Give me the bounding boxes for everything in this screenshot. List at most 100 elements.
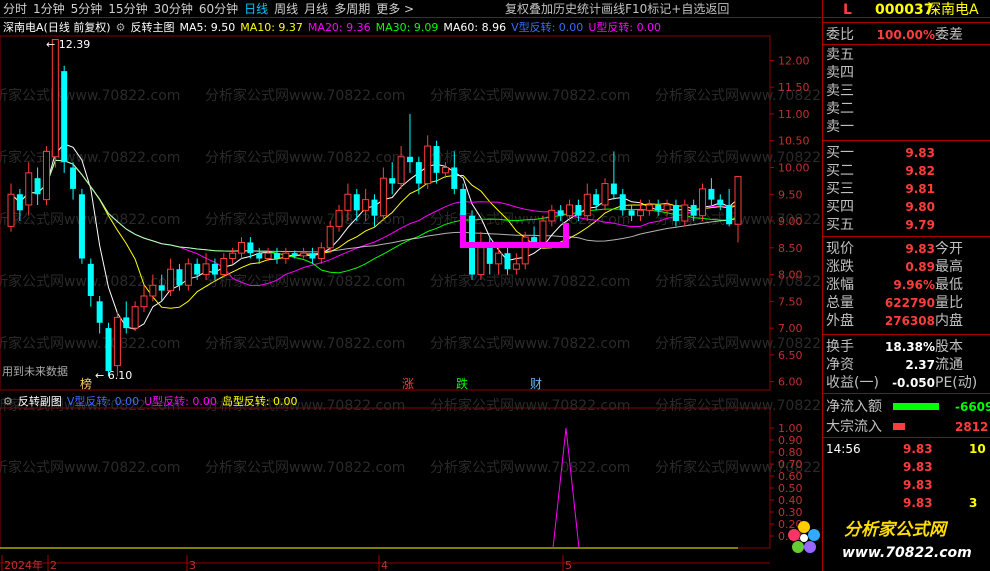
sub-gear-icon[interactable]: ⚙ bbox=[3, 395, 13, 408]
candle-body bbox=[690, 204, 697, 216]
buy-row-2-label: 买三 bbox=[826, 181, 854, 197]
action-toolbar: 复权 叠加 历史 统计 画线 F10 标记 +自选 返回 bbox=[505, 0, 729, 18]
candle-body bbox=[220, 258, 228, 276]
weibi-row-value: 100.00% bbox=[876, 28, 935, 42]
fund-row-0-label2: 股本 bbox=[935, 339, 963, 355]
panel-separator bbox=[823, 334, 990, 335]
y-tick-label: 8.00 bbox=[778, 269, 803, 282]
period-tab-3[interactable]: 15分钟 bbox=[105, 0, 150, 18]
buy-row-1: 买二 9.82 bbox=[823, 162, 990, 180]
quote-row-2-label2: 最低 bbox=[935, 277, 963, 293]
quote-row-4-label: 外盘 bbox=[826, 313, 854, 329]
tick-price: 9.83 bbox=[903, 442, 933, 456]
candle-body bbox=[424, 145, 432, 185]
candle-body bbox=[717, 199, 724, 205]
site-logo: 分析家公式网 www.70822.com bbox=[782, 513, 990, 571]
kline-chart[interactable]: 分析家公式网www.70822.com 分析家公式网www.70822.com 分析… bbox=[0, 18, 855, 571]
period-tab-2[interactable]: 5分钟 bbox=[68, 0, 106, 18]
candle-body bbox=[149, 284, 157, 297]
action-button-7[interactable]: +自选 bbox=[671, 0, 705, 18]
candle-body bbox=[681, 204, 689, 222]
watermark-text: 分析家公式网www.70822.com bbox=[0, 149, 180, 166]
action-button-2[interactable]: 历史 bbox=[553, 0, 577, 18]
candle-body bbox=[25, 172, 33, 206]
action-button-5[interactable]: F10 bbox=[625, 0, 647, 18]
fund-row-1: 净资 2.37 流通 bbox=[823, 356, 990, 374]
action-button-8[interactable]: 返回 bbox=[705, 0, 729, 18]
x-axis-label: 2024年 bbox=[4, 558, 43, 571]
period-tab-8[interactable]: 月线 bbox=[301, 0, 331, 18]
candle-body bbox=[593, 194, 600, 205]
quote-row-0-value: 9.83 bbox=[905, 242, 935, 256]
candle-body bbox=[51, 39, 59, 158]
period-tab-7[interactable]: 周线 bbox=[271, 0, 301, 18]
period-tab-5[interactable]: 60分钟 bbox=[196, 0, 241, 18]
fund-row-2: 收益(一) -0.050 PE(动) bbox=[823, 374, 990, 392]
action-button-1[interactable]: 叠加 bbox=[529, 0, 553, 18]
logo-name: 分析家公式网 bbox=[844, 520, 949, 540]
sell-row-3-label: 卖二 bbox=[826, 101, 854, 117]
quote-row-4: 外盘 276308 内盘 bbox=[823, 312, 990, 330]
panel-separator bbox=[823, 140, 990, 141]
quote-row-3: 总量 622790 量比 bbox=[823, 294, 990, 312]
main-title: 深南电A(日线 前复权) bbox=[3, 21, 111, 34]
period-tab-10[interactable]: 更多 > bbox=[373, 0, 417, 18]
y-tick-label: 6.50 bbox=[778, 349, 803, 362]
period-tab-1[interactable]: 1分钟 bbox=[30, 0, 68, 18]
candle-body bbox=[548, 209, 556, 222]
main-indicator-name[interactable]: 反转主图 bbox=[130, 19, 174, 35]
action-button-3[interactable]: 统计 bbox=[577, 0, 601, 18]
fund-row-1-value: 2.37 bbox=[905, 358, 935, 372]
candle-body bbox=[371, 199, 378, 216]
candle-body bbox=[113, 316, 121, 367]
x-axis-label: 3 bbox=[189, 559, 196, 571]
candle-body bbox=[344, 193, 352, 211]
period-tab-0[interactable]: 分时 bbox=[0, 0, 30, 18]
quote-row-1: 涨跌 0.89 最高 bbox=[823, 258, 990, 276]
candle-body bbox=[397, 156, 405, 185]
sell-row-1-label: 卖四 bbox=[826, 65, 854, 81]
kline-chart-area[interactable]: 分析家公式网www.70822.com 分析家公式网www.70822.com 分析… bbox=[0, 18, 855, 571]
tick-row: 9.83 3 bbox=[823, 494, 990, 512]
watermark-text: 分析家公式网www.70822.com bbox=[0, 87, 180, 104]
candle-body bbox=[415, 162, 422, 184]
candle-body bbox=[708, 188, 715, 200]
fund-row-0: 换手 18.38% 股本 bbox=[823, 338, 990, 356]
candle-body bbox=[176, 269, 183, 286]
event-tag-2: 跌 bbox=[456, 376, 468, 391]
ma5-label: MA5: 9.50 bbox=[179, 20, 236, 34]
logo-url: www.70822.com bbox=[842, 545, 972, 561]
candle-body bbox=[105, 328, 112, 371]
flow-row-1-label: 大宗流入 bbox=[826, 419, 882, 435]
gear-icon[interactable]: ⚙ bbox=[116, 21, 126, 34]
low-price-label: ← 6.10 bbox=[95, 369, 132, 382]
weibi-row-label: 委比 bbox=[826, 27, 854, 43]
action-button-6[interactable]: 标记 bbox=[647, 0, 671, 18]
flow-bar-1 bbox=[893, 423, 905, 430]
period-tab-9[interactable]: 多周期 bbox=[331, 0, 373, 18]
candle-body bbox=[326, 225, 334, 249]
tick-row: 9.83 bbox=[823, 476, 990, 494]
period-tab-6[interactable]: 日线 bbox=[241, 0, 271, 18]
flow-row-1: 大宗流入 2812 bbox=[823, 418, 990, 436]
tick-vol: 10 bbox=[969, 442, 986, 456]
sub-indicator-name[interactable]: 反转副图 bbox=[18, 393, 62, 409]
candle-body bbox=[229, 252, 237, 260]
quote-row-2-value: 9.96% bbox=[893, 278, 935, 292]
tick-row: 9.83 bbox=[823, 458, 990, 476]
candle-body bbox=[238, 241, 246, 254]
candle-body bbox=[645, 204, 653, 211]
event-tag-1: 涨 bbox=[402, 376, 414, 391]
sub-island-label: 岛型反转: 0.00 bbox=[221, 395, 298, 408]
high-price-label: ← 12.39 bbox=[46, 38, 90, 51]
buy-row-4-value: 9.79 bbox=[905, 218, 935, 232]
buy-row-0: 买一 9.83 bbox=[823, 144, 990, 162]
flow-row-0-label: 净流入额 bbox=[826, 399, 882, 415]
candle-body bbox=[512, 263, 520, 270]
period-tab-4[interactable]: 30分钟 bbox=[151, 0, 196, 18]
action-button-0[interactable]: 复权 bbox=[505, 0, 529, 18]
watermark-text: 分析家公式网www.70822.com bbox=[0, 459, 180, 476]
quote-row-0-label: 现价 bbox=[826, 241, 854, 257]
action-button-4[interactable]: 画线 bbox=[601, 0, 625, 18]
y-tick-label: 6.00 bbox=[778, 376, 803, 389]
